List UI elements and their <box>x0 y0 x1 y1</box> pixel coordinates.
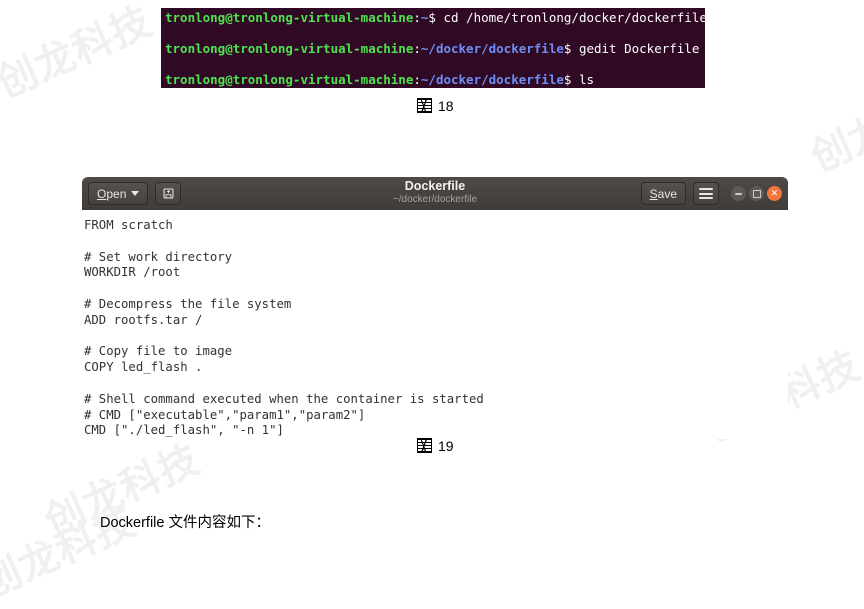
watermark-brand: 创龙科技 <box>0 0 159 108</box>
figure-caption-number: 18 <box>438 98 454 114</box>
save-button-accel: S <box>649 186 658 201</box>
terminal-prompt-userhost: tronlong@tronlong-virtual-machine <box>165 71 414 87</box>
watermark-brand: 创龙科技 <box>0 498 143 608</box>
close-icon: ✕ <box>770 188 779 198</box>
figure-caption-19: 19 <box>417 438 454 454</box>
terminal-prompt-sigil: $ <box>428 9 436 25</box>
terminal-prompt-separator: : <box>413 9 421 25</box>
save-as-button[interactable] <box>155 182 182 205</box>
chevron-down-icon <box>131 191 140 196</box>
terminal-line: tronlong@tronlong-virtual-machine:~/dock… <box>165 72 701 88</box>
minimize-button[interactable] <box>731 186 746 201</box>
terminal-prompt-path: ~/docker/dockerfile <box>420 40 564 56</box>
titlebar-right-group: Save ✕ <box>640 182 782 205</box>
open-button[interactable]: Open <box>88 182 149 205</box>
terminal-prompt-path: ~/docker/dockerfile <box>420 71 564 87</box>
figure-caption-18: 18 <box>417 98 454 114</box>
terminal-output: tronlong@tronlong-virtual-machine:~$ cd … <box>165 8 705 88</box>
save-button[interactable]: Save <box>640 182 686 205</box>
gedit-titlebar[interactable]: Open Dockerfile ~/docker/dockerfile Save <box>82 177 788 210</box>
terminal-line: tronlong@tronlong-virtual-machine:~/dock… <box>165 41 701 57</box>
gedit-editor-area[interactable]: FROM scratch # Set work directory WORKDI… <box>82 210 788 440</box>
close-button[interactable]: ✕ <box>767 186 782 201</box>
menu-button[interactable] <box>693 182 719 205</box>
dockerfile-content[interactable]: FROM scratch # Set work directory WORKDI… <box>84 218 788 439</box>
save-as-icon <box>163 188 174 199</box>
body-paragraph: Dockerfile 文件内容如下： <box>100 515 270 531</box>
maximize-icon <box>752 189 761 198</box>
gedit-window[interactable]: Open Dockerfile ~/docker/dockerfile Save <box>82 177 788 440</box>
terminal-command: ls <box>571 71 594 87</box>
minimize-icon <box>735 192 742 195</box>
terminal-prompt-separator: : <box>413 71 421 87</box>
open-button-label-rest: pen <box>106 186 127 201</box>
save-button-label-rest: ave <box>657 186 677 201</box>
terminal-command: cd /home/tronlong/docker/dockerfile <box>435 9 705 25</box>
figure-caption-number: 19 <box>438 438 454 454</box>
terminal-line: tronlong@tronlong-virtual-machine:~$ cd … <box>165 9 705 26</box>
terminal-command: gedit Dockerfile <box>571 40 700 56</box>
terminal-prompt-userhost: tronlong@tronlong-virtual-machine <box>165 40 414 56</box>
terminal-prompt-userhost: tronlong@tronlong-virtual-machine <box>165 9 414 25</box>
open-button-accel: O <box>97 186 107 201</box>
figure-label-glyph <box>417 438 432 453</box>
terminal-prompt-separator: : <box>413 40 421 56</box>
watermark-brand: 创龙科技 <box>804 72 864 182</box>
window-controls: ✕ <box>731 186 782 201</box>
hamburger-menu-icon <box>699 188 713 199</box>
terminal-window[interactable]: tronlong@tronlong-virtual-machine:~$ cd … <box>161 8 705 88</box>
figure-label-glyph <box>417 98 432 113</box>
maximize-button[interactable] <box>749 186 764 201</box>
